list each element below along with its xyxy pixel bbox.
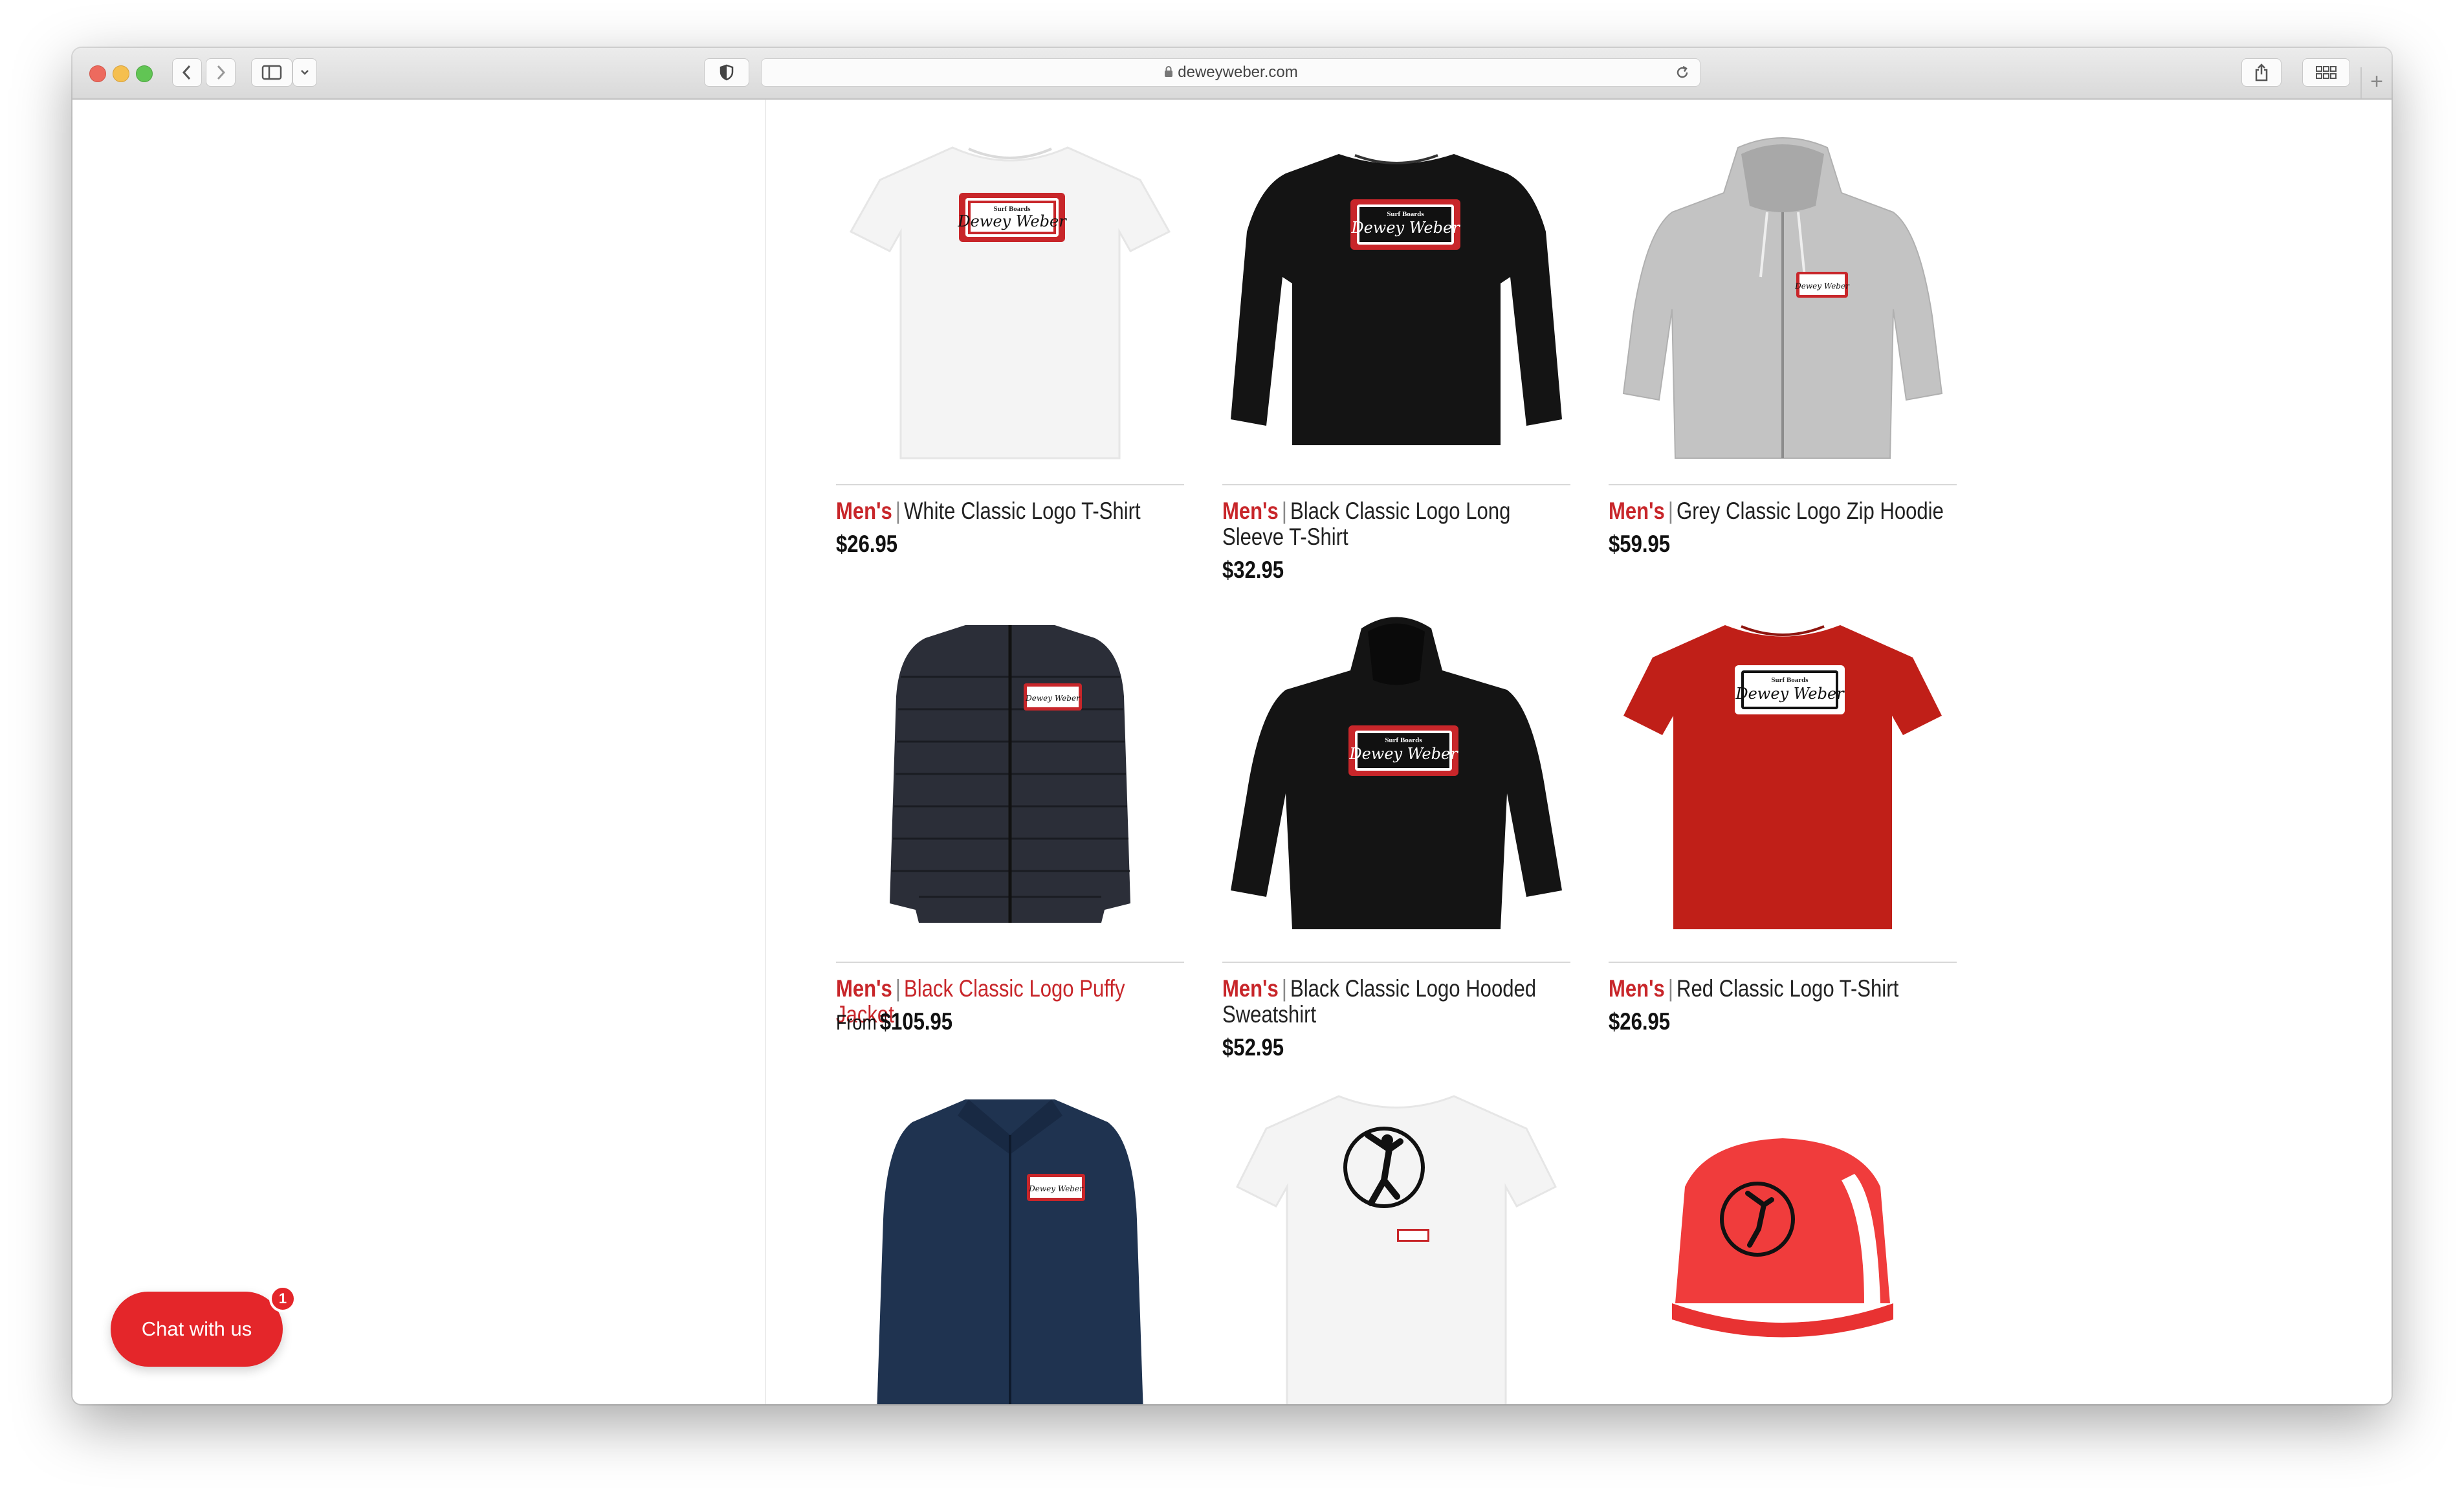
share-button[interactable] [2241,58,2282,87]
chat-notification-badge: 1 [269,1285,296,1312]
svg-text:Dewey Weber: Dewey Weber [1348,745,1458,763]
card-divider [1609,484,1957,485]
svg-text:Dewey Weber: Dewey Weber [957,212,1067,230]
close-window-button[interactable] [89,65,106,82]
svg-text:Surf Boards: Surf Boards [1771,676,1809,684]
browser-toolbar: deweyweber.com + [72,48,2392,100]
forward-button[interactable] [206,58,236,87]
svg-text:Dewey Weber: Dewey Weber [1794,281,1850,291]
address-text: deweyweber.com [762,59,1700,86]
product-image-black-longsleeve[interactable]: Surf Boards Dewey Weber [1222,135,1570,471]
card-divider [836,484,1184,485]
product-image-grey-zip-hoodie[interactable]: Dewey Weber [1609,135,1957,471]
product-price: $26.95 [1609,1008,1671,1035]
sidebar-icon [261,65,282,80]
page-content: Surf Boards Dewey Weber Men's | White Clas… [72,100,2392,1404]
svg-text:Surf Boards: Surf Boards [1385,736,1422,744]
card-divider [1222,962,1570,963]
product-card[interactable] [1609,1090,1957,1404]
svg-text:Dewey Weber: Dewey Weber [1025,694,1081,703]
tab-overview-button[interactable] [2302,58,2350,87]
product-title[interactable]: Men's | Red Classic Logo T-Shirt [1609,976,1957,1002]
svg-text:Dewey Weber: Dewey Weber [1028,1184,1084,1193]
zoom-window-button[interactable] [136,65,153,82]
chevron-down-icon [301,70,309,75]
chat-button[interactable]: Chat with us [111,1292,283,1367]
card-divider [1222,484,1570,485]
product-title[interactable]: Men's | Grey Classic Logo Zip Hoodie [1609,498,1957,524]
product-image-black-puffy-jacket[interactable]: Dewey Weber [836,612,1184,949]
product-image-red-tshirt[interactable]: Surf Boards Dewey Weber [1609,612,1957,949]
svg-text:Surf Boards: Surf Boards [1387,210,1424,218]
product-title[interactable]: Men's | White Classic Logo T-Shirt [836,498,1184,524]
card-divider [836,962,1184,963]
back-button[interactable] [172,58,202,87]
lock-icon [1165,66,1173,77]
sidebar-divider [765,100,766,1404]
reload-icon[interactable] [1674,64,1691,81]
new-tab-button[interactable]: + [2360,67,2392,98]
browser-window: deweyweber.com + Surf Boards Dewey Weber… [72,48,2392,1404]
url-text: deweyweber.com [1178,63,1298,81]
product-card[interactable] [1222,1090,1570,1404]
svg-text:Dewey Weber: Dewey Weber [1350,219,1460,237]
forward-icon [217,65,226,80]
product-price: $26.95 [836,531,898,557]
product-image-navy-work-jacket[interactable]: Dewey Weber [836,1090,1184,1404]
privacy-report-button[interactable] [704,58,749,87]
back-icon [182,65,191,80]
product-price: $59.95 [1609,531,1671,557]
privacy-shield-icon [720,64,734,81]
card-divider [1609,962,1957,963]
product-image-white-tshirt[interactable]: Surf Boards Dewey Weber [836,135,1184,471]
product-title[interactable]: Men's | Black Classic Logo Hooded Sweatshi… [1222,976,1570,1028]
product-price: $52.95 [1222,1034,1284,1061]
minimize-window-button[interactable] [113,65,129,82]
sidebar-menu-button[interactable] [292,58,317,87]
tab-overview-icon [2316,66,2337,79]
product-price: From $105.95 [836,1008,953,1035]
product-title[interactable]: Men's | Black Classic Logo Long Sleeve T-S… [1222,498,1570,550]
product-card[interactable]: Dewey Weber [836,1090,1184,1404]
product-image-white-graphic-tshirt[interactable] [1222,1090,1570,1404]
svg-text:Dewey Weber: Dewey Weber [1735,685,1845,703]
share-icon [2255,63,2268,82]
product-image-red-trucker-hat[interactable] [1609,1090,1957,1404]
product-image-black-hooded-sweatshirt[interactable]: Surf Boards Dewey Weber [1222,612,1570,949]
sidebar-button[interactable] [251,58,292,87]
address-bar[interactable]: deweyweber.com [761,58,1700,87]
product-price: $32.95 [1222,557,1284,583]
